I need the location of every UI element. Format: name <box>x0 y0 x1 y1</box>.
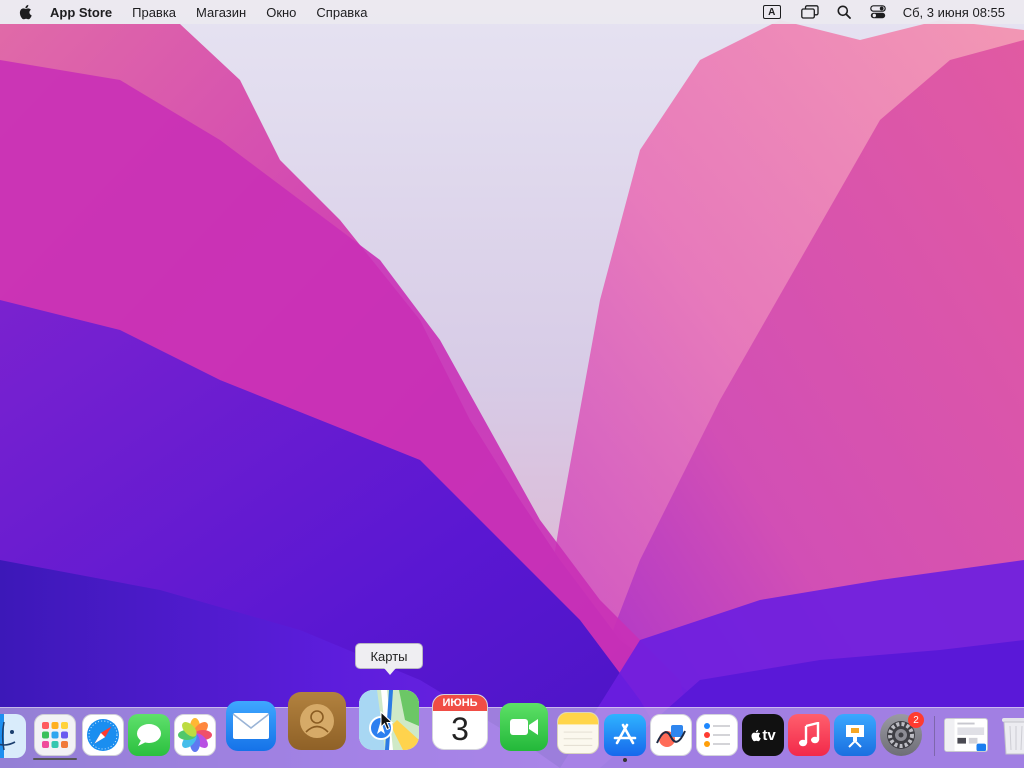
keyboard-layout-icon[interactable]: A <box>762 5 781 19</box>
finder-window-indicator <box>33 758 77 760</box>
apple-logo-icon[interactable] <box>18 4 34 20</box>
keynote-icon[interactable] <box>834 714 876 756</box>
window-switcher-icon[interactable] <box>800 4 819 20</box>
app-store-running-indicator <box>623 758 627 762</box>
menu-app-name[interactable]: App Store <box>50 5 112 20</box>
window-thumbnail-icon[interactable] <box>944 718 988 752</box>
photos-icon[interactable] <box>174 714 216 756</box>
desktop-wallpaper <box>0 0 1024 768</box>
control-center-icon[interactable] <box>869 4 887 20</box>
menu-store[interactable]: Магазин <box>196 5 246 20</box>
menu-help[interactable]: Справка <box>316 5 367 20</box>
notes-icon[interactable] <box>557 712 599 754</box>
mouse-cursor-icon <box>380 711 394 731</box>
finder-icon[interactable] <box>0 714 26 758</box>
launchpad-icon[interactable] <box>34 714 76 756</box>
mail-icon[interactable] <box>226 701 276 751</box>
calendar-day: 3 <box>451 710 469 747</box>
menu-clock[interactable]: Сб, 3 июня 08:55 <box>903 5 1005 20</box>
menu-bar: App Store Правка Магазин Окно Справка A <box>0 0 1024 24</box>
facetime-icon[interactable] <box>500 703 548 751</box>
music-icon[interactable] <box>788 714 830 756</box>
settings-badge: 2 <box>908 712 924 728</box>
reminders-icon[interactable] <box>696 714 738 756</box>
apple-tv-label: tv <box>762 726 776 744</box>
spotlight-search-icon[interactable] <box>835 4 853 20</box>
dock-tooltip: Карты <box>355 643 423 675</box>
safari-icon[interactable] <box>82 714 124 756</box>
apple-tv-icon[interactable]: tv <box>742 714 784 756</box>
contacts-icon[interactable] <box>288 692 346 750</box>
dock-separator <box>934 716 935 756</box>
freeform-icon[interactable] <box>650 714 692 756</box>
app-store-icon[interactable] <box>604 714 646 756</box>
trash-icon[interactable] <box>996 712 1024 756</box>
messages-icon[interactable] <box>128 714 170 756</box>
menu-window[interactable]: Окно <box>266 5 296 20</box>
calendar-icon[interactable]: ИЮНЬ 3 <box>432 694 488 750</box>
menu-edit[interactable]: Правка <box>132 5 176 20</box>
